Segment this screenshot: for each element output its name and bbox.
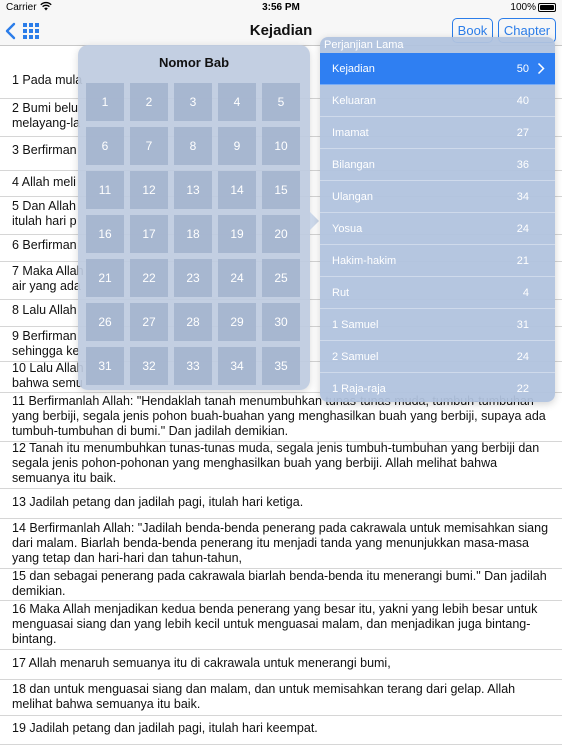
book-name: Yosua <box>332 223 363 235</box>
verse-text: 12 Tanah itu menumbuhkan tunas-tunas mud… <box>12 441 540 485</box>
chapter-cell[interactable]: 1 <box>86 83 124 121</box>
book-chapter-count: 27 <box>516 127 529 139</box>
chapter-cell[interactable]: 20 <box>262 215 300 253</box>
book-chapter-count: 22 <box>516 383 529 395</box>
book-item-rut[interactable]: Rut 4 <box>320 277 555 309</box>
verse-text: 18 dan untuk menguasai siang dan malam, … <box>12 682 516 711</box>
status-bar: Carrier 3:56 PM 100% <box>0 0 562 16</box>
battery-percent: 100% <box>510 2 536 13</box>
verse-text: 16 Maka Allah menjadikan kedua benda pen… <box>12 602 538 646</box>
clock: 3:56 PM <box>262 2 300 13</box>
book-name: Imamat <box>332 127 369 139</box>
chapter-cell[interactable]: 28 <box>174 303 212 341</box>
popover-arrow <box>310 212 319 230</box>
verse-text: 17 Allah menaruh semuanya itu di cakrawa… <box>12 656 391 670</box>
chapter-cell[interactable]: 6 <box>86 127 124 165</box>
book-name: 1 Raja-raja <box>332 383 386 395</box>
chapter-cell[interactable]: 17 <box>130 215 168 253</box>
book-chapter-count: 4 <box>522 287 529 299</box>
book-chapter-count: 31 <box>516 319 529 331</box>
chapter-cell[interactable]: 29 <box>218 303 256 341</box>
chapter-picker-title: Nomor Bab <box>158 55 230 70</box>
chapter-cell[interactable]: 32 <box>130 347 168 385</box>
book-name: Ulangan <box>332 191 373 203</box>
verse-row[interactable]: 16 Maka Allah menjadikan kedua benda pen… <box>0 602 562 650</box>
chapter-cell[interactable]: 7 <box>130 127 168 165</box>
book-item-1-samuel[interactable]: 1 Samuel 31 <box>320 309 555 341</box>
chapter-cell[interactable]: 13 <box>174 171 212 209</box>
book-chapter-count: 34 <box>516 191 529 203</box>
book-item-ulangan[interactable]: Ulangan 34 <box>320 181 555 213</box>
chapter-cell[interactable]: 3 <box>174 83 212 121</box>
verse-row[interactable]: 17 Allah menaruh semuanya itu di cakrawa… <box>0 656 562 680</box>
chapter-cell[interactable]: 34 <box>218 347 256 385</box>
chapter-cell[interactable]: 25 <box>262 259 300 297</box>
battery-icon <box>538 3 556 12</box>
chapter-cell[interactable]: 23 <box>174 259 212 297</box>
book-item-2-samuel[interactable]: 2 Samuel 24 <box>320 341 555 373</box>
chapter-cell[interactable]: 21 <box>86 259 124 297</box>
chapter-cell[interactable]: 24 <box>218 259 256 297</box>
verse-row[interactable]: 15 dan sebagai penerang pada cakrawala b… <box>0 569 562 601</box>
chapter-cell[interactable]: 35 <box>262 347 300 385</box>
chapter-cell[interactable]: 4 <box>218 83 256 121</box>
chapter-cell[interactable]: 22 <box>130 259 168 297</box>
book-name: 1 Samuel <box>332 319 379 331</box>
book-chapter-count: 24 <box>516 223 529 235</box>
book-item-1-raja-raja[interactable]: 1 Raja-raja 22 <box>320 373 555 402</box>
chapter-cell[interactable]: 11 <box>86 171 124 209</box>
verse-text: 15 dan sebagai penerang pada cakrawala b… <box>12 569 547 598</box>
chapter-cell[interactable]: 27 <box>130 303 168 341</box>
verse-text: 13 Jadilah petang dan jadilah pagi, itul… <box>12 495 304 509</box>
book-name: Hakim-hakim <box>332 255 397 267</box>
book-name: Keluaran <box>332 95 377 107</box>
book-name: 2 Samuel <box>332 351 379 363</box>
book-picker-popover: Perjanjian Lama Kejadian 50 Keluaran 40 … <box>320 37 555 402</box>
book-chapter-count: 40 <box>516 95 529 107</box>
chapter-cell[interactable]: 30 <box>262 303 300 341</box>
chapter-cell[interactable]: 33 <box>174 347 212 385</box>
book-item-kejadian[interactable]: Kejadian 50 <box>320 53 555 85</box>
chapter-cell[interactable]: 14 <box>218 171 256 209</box>
book-item-imamat[interactable]: Imamat 27 <box>320 117 555 149</box>
chapter-grid: 1 2 3 4 5 6 7 8 9 10 11 12 13 14 15 16 1… <box>86 83 304 385</box>
chapter-cell[interactable]: 12 <box>130 171 168 209</box>
book-name: Kejadian <box>332 63 375 75</box>
chapter-cell[interactable]: 18 <box>174 215 212 253</box>
book-item-bilangan[interactable]: Bilangan 36 <box>320 149 555 181</box>
book-item-hakim-hakim[interactable]: Hakim-hakim 21 <box>320 245 555 277</box>
chapter-cell[interactable]: 15 <box>262 171 300 209</box>
verse-text: 14 Berfirmanlah Allah: "Jadilah benda-be… <box>12 521 549 565</box>
chapter-cell[interactable]: 26 <box>86 303 124 341</box>
verse-text: 19 Jadilah petang dan jadilah pagi, itul… <box>12 721 318 735</box>
verse-row[interactable]: 18 dan untuk menguasai siang dan malam, … <box>0 682 562 716</box>
verse-row[interactable]: 19 Jadilah petang dan jadilah pagi, itul… <box>0 721 562 745</box>
book-name: Bilangan <box>332 159 375 171</box>
chapter-cell[interactable]: 9 <box>218 127 256 165</box>
chapter-cell[interactable]: 19 <box>218 215 256 253</box>
book-chapter-count: 24 <box>516 351 529 363</box>
verse-row[interactable]: 13 Jadilah petang dan jadilah pagi, itul… <box>0 495 562 519</box>
book-chapter-count: 50 <box>516 63 529 75</box>
book-chapter-count: 21 <box>516 255 529 267</box>
book-name: Rut <box>332 287 350 299</box>
testament-header: Perjanjian Lama <box>324 39 404 51</box>
chapter-cell[interactable]: 5 <box>262 83 300 121</box>
book-item-keluaran[interactable]: Keluaran 40 <box>320 85 555 117</box>
chevron-right-icon <box>537 62 545 75</box>
verse-row[interactable]: 12 Tanah itu menumbuhkan tunas-tunas mud… <box>0 441 562 489</box>
chapter-cell[interactable]: 10 <box>262 127 300 165</box>
chapter-cell[interactable]: 8 <box>174 127 212 165</box>
chapter-picker-popover: Nomor Bab 1 2 3 4 5 6 7 8 9 10 11 12 13 … <box>78 45 310 390</box>
chapter-cell[interactable]: 16 <box>86 215 124 253</box>
book-chapter-count: 36 <box>516 159 529 171</box>
book-item-yosua[interactable]: Yosua 24 <box>320 213 555 245</box>
verse-row[interactable]: 14 Berfirmanlah Allah: "Jadilah benda-be… <box>0 521 562 569</box>
chapter-cell[interactable]: 2 <box>130 83 168 121</box>
chapter-cell[interactable]: 31 <box>86 347 124 385</box>
